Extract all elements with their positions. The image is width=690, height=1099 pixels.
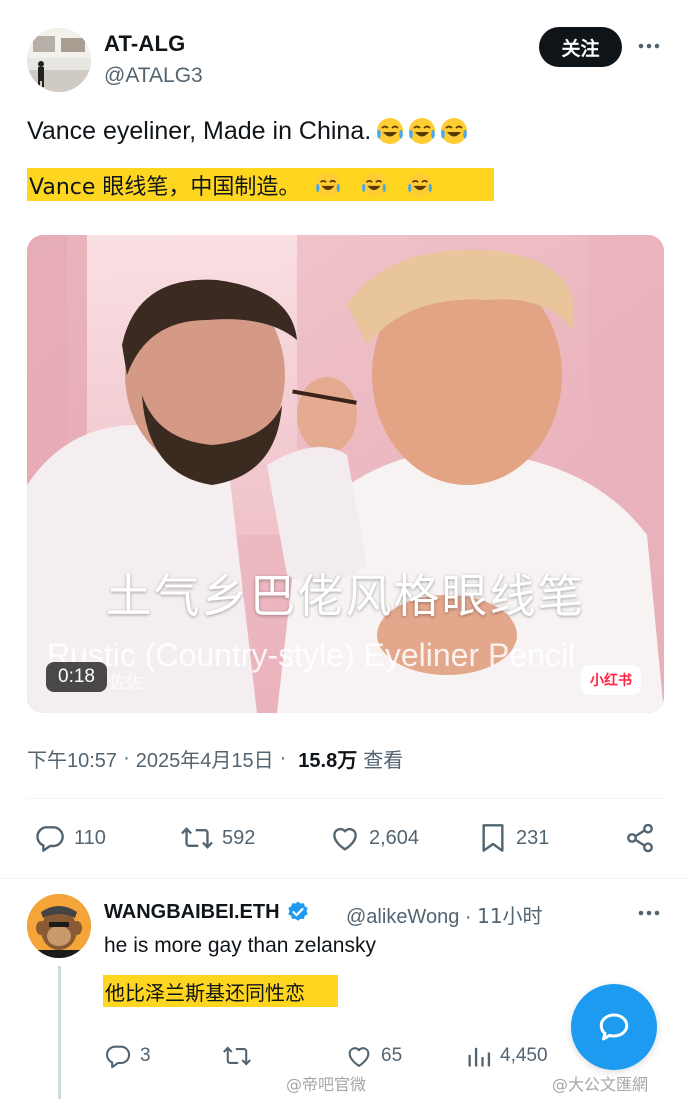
reply-author-avatar[interactable] [27,894,91,958]
reply-reply-count: 3 [140,1045,151,1066]
heart-icon [348,1047,370,1067]
like-count: 2,604 [369,826,420,849]
reply-count: 110 [74,826,106,849]
video-watermark-author: 佐佐 [109,673,143,693]
follow-button[interactable]: 关注 [539,27,622,67]
tweet-view-label: 查看 [363,748,404,772]
verified-badge-icon [287,901,308,921]
reply-like-button[interactable]: 65 [345,1042,402,1070]
share-icon [627,823,653,853]
reply-icon [106,1045,131,1069]
tweet-translation-text: Vance 眼线笔，中国制造。 [29,174,301,200]
tweet-text-content: Vance eyeliner, Made in China. [27,116,372,145]
repost-count: 592 [222,826,256,849]
reply-icon [36,826,64,852]
reply-reply-button[interactable]: 3 [104,1042,151,1070]
laughing-emoji-icon [362,172,387,197]
repost-icon [181,827,213,849]
chat-bubble-icon [599,1013,629,1041]
reply-more-options-icon[interactable] [636,900,662,926]
laughing-emoji-icon [377,118,404,144]
views-chart-icon [468,1047,491,1067]
reply-time[interactable]: 11小时 [477,904,542,928]
video-subtitle-chinese: 土气乡巴佬风格眼线笔 [105,569,586,623]
tweet-date[interactable]: 2025年4月15日 [136,744,274,773]
author-handle[interactable]: @ATALG3 [104,64,203,88]
like-button[interactable]: 2,604 [329,822,419,854]
bottom-watermark-left: @帝吧官微 [286,1075,367,1094]
reply-button[interactable]: 110 [34,822,106,854]
tweet-text: Vance eyeliner, Made in China. [27,116,469,146]
tweet-translation: Vance 眼线笔，中国制造。 [27,168,494,201]
bookmark-icon [482,824,504,852]
reply-repost-button[interactable] [222,1042,252,1070]
bookmark-count: 231 [516,826,550,849]
share-button[interactable] [624,822,656,854]
video-duration-badge: 0:18 [46,662,107,692]
author-avatar[interactable] [27,28,91,92]
reply-translation: 他比泽兰斯基还同性恋 [103,975,338,1007]
author-name[interactable]: AT-ALG [104,31,185,57]
thread-line [58,966,61,1099]
tweet-time[interactable]: 下午10:57 [27,744,117,773]
reply-author-name-text: WANGBAIBEI.ETH [104,900,280,923]
divider [0,878,690,879]
reply-meta: @alikeWong · 11小时 [346,904,543,928]
reply-text: he is more gay than zelansky [104,934,376,957]
reply-views-button[interactable]: 4,450 [466,1042,548,1070]
bookmark-button[interactable]: 231 [478,822,549,854]
bottom-watermark-right: @大公文匯網 [552,1075,649,1094]
xiaohongshu-watermark: 小红书 [581,665,641,695]
compose-reply-button[interactable] [571,984,657,1070]
laughing-emoji-icon [409,118,436,144]
video-player[interactable]: 土气乡巴佬风格眼线笔 Rustic (Country-style) Eyelin… [27,235,664,713]
laughing-emoji-icon [441,118,468,144]
heart-icon [333,827,357,851]
laughing-emoji-icon [316,172,341,197]
tweet-view-count: 15.8万 [298,750,358,772]
repost-button[interactable]: 592 [180,822,255,854]
reply-author-handle[interactable]: @alikeWong [346,906,459,928]
laughing-emoji-icon [408,172,433,197]
reply-like-count: 65 [381,1045,403,1066]
tweet-meta: 下午10:57 · 2025年4月15日 · 15.8万 查看 [27,744,403,773]
repost-icon [222,1046,252,1066]
reply-author-name[interactable]: WANGBAIBEI.ETH [104,900,310,924]
reply-view-count: 4,450 [500,1045,548,1066]
divider [27,798,664,799]
more-options-icon[interactable] [636,33,662,59]
